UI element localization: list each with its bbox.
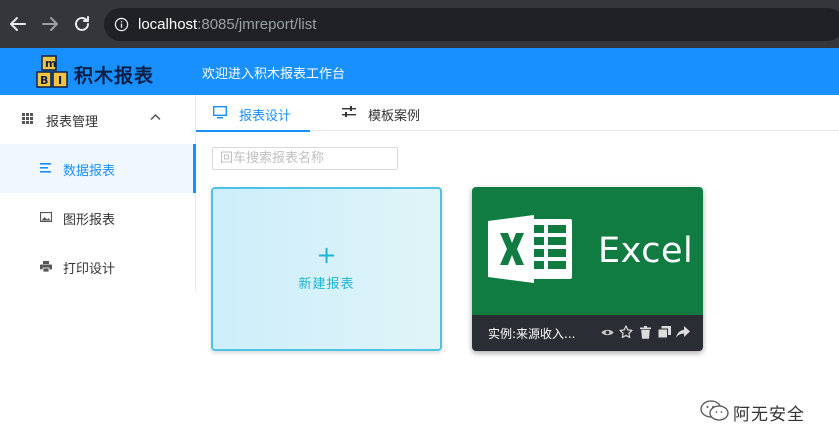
sliders-icon xyxy=(342,106,356,117)
watermark-text: 阿无安全 xyxy=(733,405,805,425)
sidebar-group-label: 报表管理 xyxy=(46,115,99,130)
url-path: :8085/jmreport/list xyxy=(197,16,317,33)
sidebar-item-print-design[interactable]: 打印设计 xyxy=(0,242,196,291)
chevron-up-icon xyxy=(150,113,161,121)
svg-text:I: I xyxy=(58,74,62,87)
sidebar-item-label: 图形报表 xyxy=(63,213,116,228)
logo-text: 积木报表 xyxy=(74,65,155,87)
info-icon xyxy=(114,17,129,32)
eye-icon xyxy=(601,329,613,335)
copy-button[interactable] xyxy=(657,325,671,339)
tab-report-design[interactable]: 报表设计 xyxy=(196,95,313,132)
copy-icon xyxy=(657,326,671,338)
sidebar-item-chart-report[interactable]: 图形报表 xyxy=(0,193,196,242)
url-host: localhost xyxy=(138,16,198,33)
plus-icon: + xyxy=(316,241,337,269)
back-button[interactable] xyxy=(6,12,30,36)
welcome-text: 欢迎进入积木报表工作台 xyxy=(202,67,346,82)
tab-bar: 报表设计 模板案例 xyxy=(196,95,839,132)
report-search-input[interactable] xyxy=(212,147,398,170)
report-thumbnail[interactable]: Excel xyxy=(472,187,703,315)
svg-text:m: m xyxy=(45,57,56,70)
printer-icon xyxy=(40,261,52,272)
share-icon xyxy=(676,326,690,338)
tab-label: 模板案例 xyxy=(368,109,421,124)
new-report-card[interactable]: + 新建报表 xyxy=(211,187,442,351)
reload-button[interactable] xyxy=(70,12,94,36)
report-card-footer: 实例:来源收入... xyxy=(472,315,703,351)
sidebar: 报表管理 数据报表 图形报表 打印设计 xyxy=(0,95,196,291)
forward-button[interactable] xyxy=(38,12,62,36)
excel-brand-text: Excel xyxy=(598,231,694,271)
sidebar-item-label: 数据报表 xyxy=(63,164,116,179)
new-report-label: 新建报表 xyxy=(298,277,355,292)
delete-button[interactable] xyxy=(638,325,652,339)
grid-icon xyxy=(22,113,33,124)
sidebar-group-report-management[interactable]: 报表管理 xyxy=(0,95,195,143)
trash-icon xyxy=(639,325,651,339)
arrow-left-icon xyxy=(10,17,26,31)
tab-template-examples[interactable]: 模板案例 xyxy=(342,95,442,131)
star-icon xyxy=(619,325,633,339)
browser-toolbar: localhost:8085/jmreport/list xyxy=(0,0,839,48)
sidebar-item-data-report[interactable]: 数据报表 xyxy=(0,144,196,193)
sidebar-item-label: 打印设计 xyxy=(63,262,116,277)
excel-logo-icon xyxy=(488,215,572,283)
list-icon xyxy=(40,163,51,173)
watermark: 阿无安全 xyxy=(700,396,830,426)
address-bar[interactable]: localhost:8085/jmreport/list xyxy=(104,8,839,41)
svg-text:B: B xyxy=(40,74,48,87)
wechat-icon xyxy=(700,400,729,421)
image-icon xyxy=(40,212,52,222)
report-actions xyxy=(600,325,690,339)
share-button[interactable] xyxy=(676,325,690,339)
arrow-right-icon xyxy=(42,17,58,31)
report-name: 实例:来源收入... xyxy=(488,327,576,341)
monitor-icon xyxy=(213,106,227,119)
report-card[interactable]: Excel 实例:来源收入... xyxy=(472,187,703,351)
reload-icon xyxy=(75,16,89,31)
preview-button[interactable] xyxy=(600,325,614,339)
favorite-button[interactable] xyxy=(619,325,633,339)
tab-label: 报表设计 xyxy=(239,109,292,124)
url-text: localhost:8085/jmreport/list xyxy=(138,16,316,33)
